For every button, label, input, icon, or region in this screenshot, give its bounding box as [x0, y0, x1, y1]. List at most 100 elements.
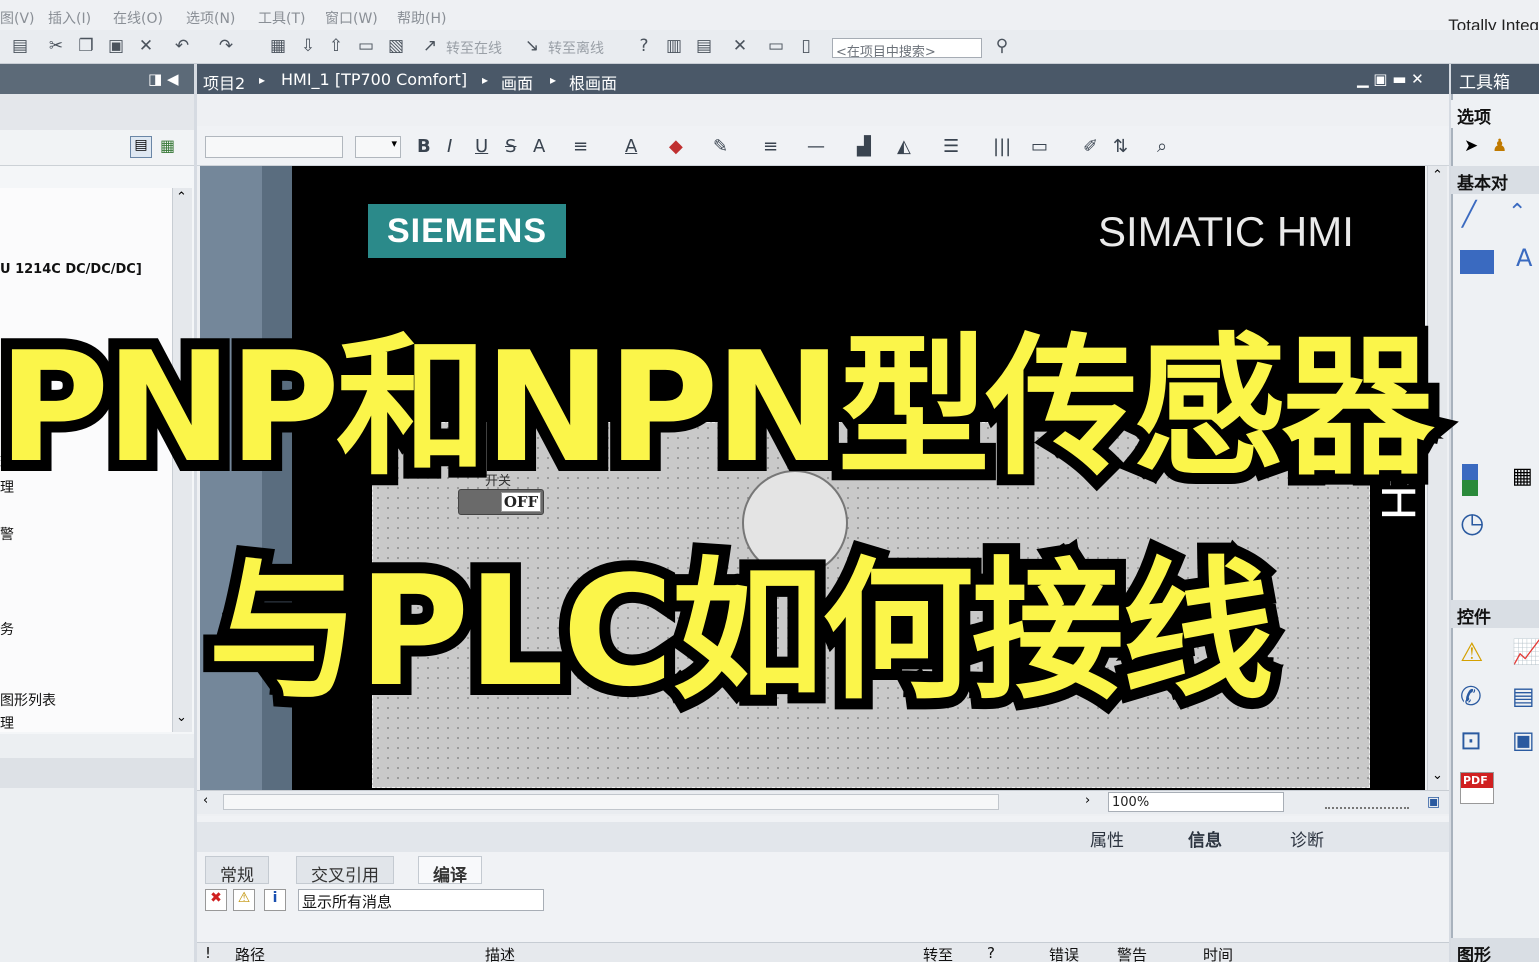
user-icon[interactable]: ♟ [1492, 136, 1507, 156]
tab-diagnostics[interactable]: 诊断 [1290, 826, 1324, 851]
graphic-view-icon[interactable]: ▦ [1512, 464, 1533, 489]
search-icon[interactable]: ⚲ [992, 36, 1012, 56]
delete-icon[interactable]: ✕ [136, 36, 156, 56]
compile-icon[interactable]: ▦ [268, 36, 288, 56]
editor-vertical-scrollbar[interactable]: ⌃ ⌄ [1427, 166, 1447, 790]
accessible-devices-icon[interactable]: ? [634, 36, 654, 56]
line-color-icon[interactable]: ✎ [713, 136, 728, 157]
align-objects-icon[interactable]: ☰ [943, 136, 959, 157]
scroll-up-icon[interactable]: ⌃ [1432, 168, 1443, 183]
layer-icon[interactable]: ⇅ [1113, 136, 1128, 157]
scroll-down-icon[interactable]: ⌄ [176, 710, 187, 725]
col-warnings[interactable]: 警告 [1117, 944, 1147, 962]
add-icon[interactable]: ▦ [160, 136, 175, 155]
zoom-select[interactable]: 100% [1108, 792, 1284, 812]
zoom-tool-icon[interactable]: ⌕ [1157, 136, 1167, 157]
simulate-icon[interactable]: ▭ [356, 36, 376, 56]
col-status[interactable]: ! [205, 944, 211, 962]
user-view-icon[interactable]: ▤ [1512, 682, 1535, 710]
tree-item[interactable]: 务 [0, 619, 14, 639]
menu-help[interactable]: 帮助(H) [397, 8, 446, 28]
line-width-icon[interactable]: — [807, 136, 825, 157]
strikethrough-icon[interactable]: S [505, 136, 516, 157]
project-search-input[interactable]: <在项目中搜索> [832, 38, 982, 60]
status-force-icon[interactable]: ⊡ [1460, 726, 1482, 756]
pdf-view-icon[interactable]: PDF [1460, 772, 1494, 804]
error-filter-icon[interactable]: ✖ [205, 889, 227, 911]
copy-icon[interactable]: ❐ [76, 36, 96, 56]
sysdiag-icon[interactable]: ▣ [1512, 726, 1535, 754]
subtab-cross-reference[interactable]: 交叉引用 [296, 856, 394, 886]
col-goto[interactable]: 转至 [923, 944, 953, 962]
tree-item-plc[interactable]: U 1214C DC/DC/DC] [0, 262, 142, 277]
line-tool-icon[interactable]: ╱ [1462, 200, 1476, 228]
scroll-left-icon[interactable]: ‹ [203, 793, 208, 808]
italic-icon[interactable]: I [447, 136, 452, 157]
split-horizontal-icon[interactable]: ▭ [766, 36, 786, 56]
align-icon[interactable]: ≡ [573, 136, 588, 157]
format-painter-icon[interactable]: ✐ [1083, 136, 1098, 157]
tree-item[interactable]: 理 [0, 713, 14, 733]
menu-options[interactable]: 选项(N) [186, 8, 235, 28]
zoom-slider[interactable] [1325, 795, 1409, 809]
scroll-down-icon[interactable]: ⌄ [1432, 768, 1443, 783]
go-online-icon[interactable]: ↗ [420, 36, 440, 56]
scroll-right-icon[interactable]: › [1085, 793, 1090, 808]
rectangle-tool-icon[interactable] [1460, 250, 1494, 274]
subtab-compile[interactable]: 编译 [418, 856, 482, 886]
underline-icon[interactable]: U [475, 136, 488, 157]
undo-icon[interactable]: ↶ [172, 36, 192, 56]
col-description[interactable]: 描述 [485, 944, 515, 962]
bold-icon[interactable]: B [417, 136, 431, 157]
menu-online[interactable]: 在线(O) [113, 8, 163, 28]
menu-tools[interactable]: 工具(T) [258, 8, 305, 28]
stop-icon[interactable]: ✕ [730, 36, 750, 56]
menu-insert[interactable]: 插入(I) [48, 8, 91, 28]
monitor-icon[interactable]: ▤ [694, 36, 714, 56]
scroll-up-icon[interactable]: ⌃ [176, 190, 187, 205]
font-size-icon[interactable]: A [533, 136, 545, 157]
redo-icon[interactable]: ↷ [216, 36, 236, 56]
upload-icon[interactable]: ⇧ [326, 36, 346, 56]
start-sim-icon[interactable]: ▧ [386, 36, 406, 56]
rotate-icon[interactable]: ◭ [897, 136, 911, 157]
download-icon[interactable]: ⇩ [298, 36, 318, 56]
clock-icon[interactable]: ◷ [1460, 506, 1484, 539]
font-color-icon[interactable]: A [625, 136, 637, 157]
col-help[interactable]: ? [987, 944, 995, 962]
arrange-icon[interactable]: ▟ [857, 136, 871, 157]
menu-view[interactable]: 图(V) [0, 8, 35, 28]
menu-window[interactable]: 窗口(W) [325, 8, 378, 28]
tab-properties[interactable]: 属性 [1090, 826, 1124, 851]
text-tool-icon[interactable]: A [1516, 244, 1532, 272]
scroll-thumb[interactable] [223, 794, 999, 810]
font-select[interactable] [205, 136, 343, 158]
subtab-general[interactable]: 常规 [205, 856, 269, 886]
alarm-view-icon[interactable]: ⚠ [1460, 638, 1483, 668]
distribute-icon[interactable]: ||| [993, 136, 1011, 157]
toolbox-basic-objects[interactable]: 基本对 [1451, 166, 1539, 194]
same-size-icon[interactable]: ▭ [1031, 136, 1048, 157]
breadcrumb-screen[interactable]: 根画面 [569, 70, 617, 94]
go-offline-button[interactable]: 转至离线 [548, 38, 604, 58]
polyline-tool-icon[interactable]: ⌃ [1508, 200, 1526, 225]
collapse-panel-icon[interactable]: ◨ ◀ [148, 70, 178, 88]
size-select[interactable]: ▾ [355, 136, 401, 158]
col-errors[interactable]: 错误 [1049, 944, 1079, 962]
toolbox-options[interactable]: 选项 [1451, 100, 1539, 128]
fill-color-icon[interactable]: ◆ [669, 136, 683, 157]
toolbox-graphics[interactable]: 图形 [1451, 938, 1539, 962]
satellite-icon[interactable]: ✆ [1460, 682, 1482, 712]
col-time[interactable]: 时间 [1203, 944, 1233, 962]
zoom-fit-icon[interactable]: ▣ [1427, 794, 1440, 810]
paste-icon[interactable]: ▣ [106, 36, 126, 56]
breadcrumb-device[interactable]: HMI_1 [TP700 Comfort] [281, 70, 467, 89]
cut-icon[interactable]: ✂ [46, 36, 66, 56]
print-icon[interactable]: ▤ [10, 36, 30, 56]
tree-item[interactable]: 警 [0, 524, 14, 544]
line-style-icon[interactable]: ≡ [763, 136, 778, 157]
tree-item[interactable]: 图形列表 [0, 690, 56, 710]
go-offline-icon[interactable]: ↘ [522, 36, 542, 56]
tab-info[interactable]: 信息 [1188, 826, 1222, 851]
col-path[interactable]: 路径 [235, 944, 265, 962]
